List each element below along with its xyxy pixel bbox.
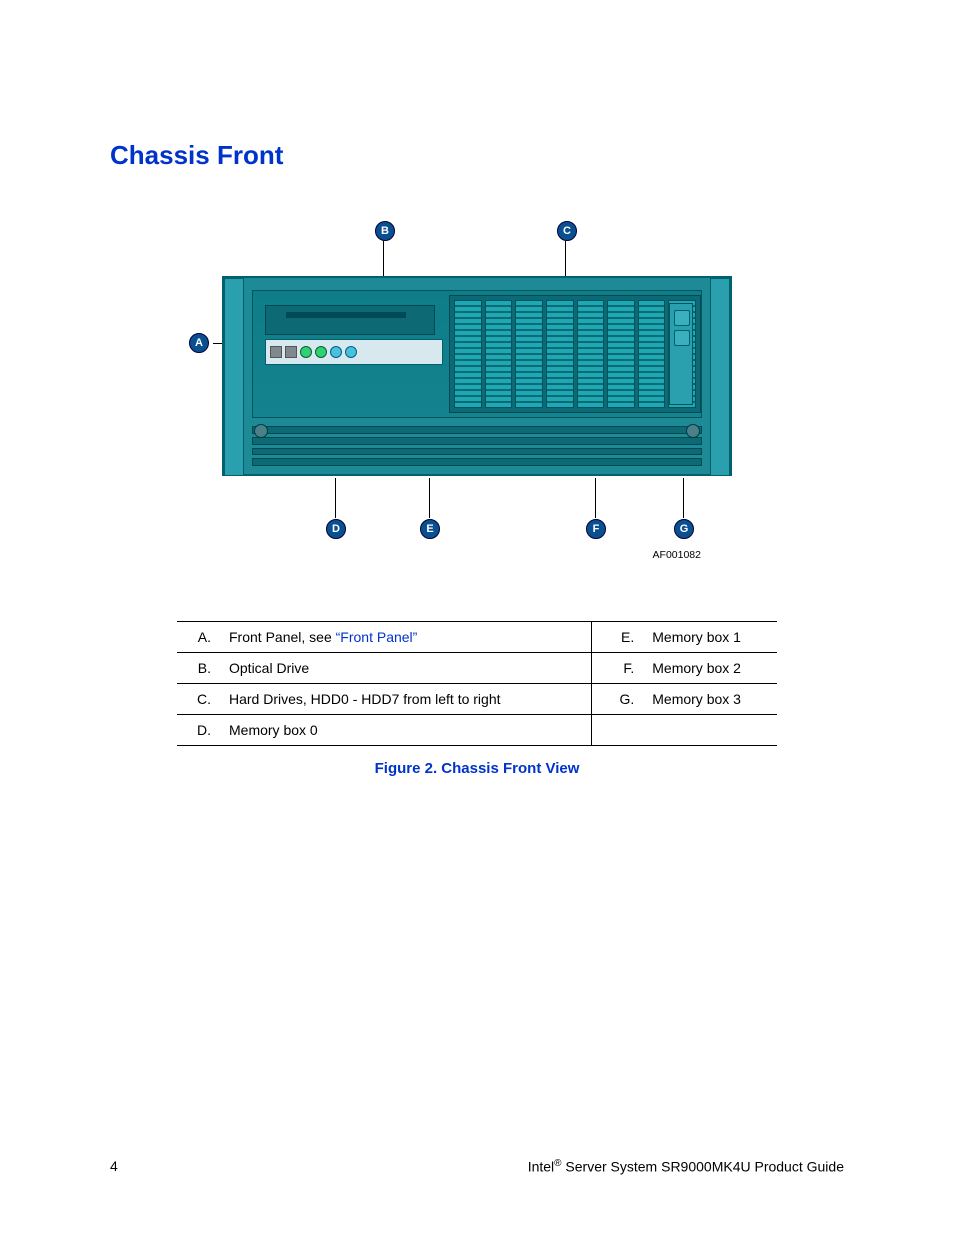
callout-c: C — [557, 221, 577, 241]
front-panel-link[interactable]: “Front Panel” — [336, 629, 418, 645]
panel-button — [285, 346, 297, 358]
front-panel — [265, 339, 443, 365]
hdd-slot — [454, 300, 482, 408]
callout-letter-g: G — [674, 519, 694, 539]
legend-letter: E. — [592, 622, 647, 653]
memory-boxes — [252, 426, 702, 466]
panel-led — [345, 346, 357, 358]
legend-text: Memory box 1 — [646, 622, 777, 653]
panel-button — [270, 346, 282, 358]
callout-letter-d: D — [326, 519, 346, 539]
hdd-slot — [607, 300, 635, 408]
legend-text: Hard Drives, HDD0 - HDD7 from left to ri… — [223, 684, 592, 715]
chassis-body — [222, 276, 732, 476]
figure-id: AF001082 — [653, 549, 701, 561]
chassis-ear-left — [224, 278, 244, 476]
footer-product: Intel® Server System SR9000MK4U Product … — [528, 1158, 844, 1175]
panel-led — [300, 346, 312, 358]
callout-line — [429, 478, 430, 518]
legend-letter: D. — [177, 715, 223, 746]
thumbscrew-icon — [686, 424, 700, 438]
legend-letter: G. — [592, 684, 647, 715]
legend-text: Memory box 3 — [646, 684, 777, 715]
footer-product-name: Server System SR9000MK4U Product Guide — [562, 1159, 844, 1175]
panel-led — [330, 346, 342, 358]
memory-box-2 — [252, 448, 702, 456]
legend-letter: F. — [592, 653, 647, 684]
callout-e: E — [420, 519, 440, 539]
thumbscrew-icon — [254, 424, 268, 438]
footer-brand: Intel — [528, 1159, 554, 1175]
callout-g: G — [674, 519, 694, 539]
memory-box-0 — [252, 426, 702, 434]
legend-text — [646, 715, 777, 746]
panel-led — [315, 346, 327, 358]
chassis-figure: B C A — [197, 221, 757, 561]
legend-letter: A. — [177, 622, 223, 653]
callout-line — [335, 478, 336, 518]
callout-d: D — [326, 519, 346, 539]
legend-text: Memory box 0 — [223, 715, 592, 746]
registered-icon: ® — [554, 1158, 561, 1169]
hdd-slot — [515, 300, 543, 408]
hdd-slot — [546, 300, 574, 408]
table-row: B. Optical Drive F. Memory box 2 — [177, 653, 777, 684]
hdd-slot — [485, 300, 513, 408]
callout-letter-a: A — [189, 333, 209, 353]
memory-box-3 — [252, 458, 702, 466]
section-heading: Chassis Front — [110, 140, 844, 171]
legend-letter — [592, 715, 647, 746]
hdd-slot — [638, 300, 666, 408]
figure-caption: Figure 2. Chassis Front View — [110, 760, 844, 777]
memory-box-1 — [252, 437, 702, 445]
callout-letter-f: F — [586, 519, 606, 539]
legend-letter: B. — [177, 653, 223, 684]
page-number: 4 — [110, 1158, 118, 1175]
callout-letter-c: C — [557, 221, 577, 241]
optical-drive — [265, 305, 435, 335]
upper-module — [252, 290, 702, 418]
table-row: A. Front Panel, see “Front Panel” E. Mem… — [177, 622, 777, 653]
callout-f: F — [586, 519, 606, 539]
legend-text: Front Panel, see “Front Panel” — [223, 622, 592, 653]
page-footer: 4 Intel® Server System SR9000MK4U Produc… — [110, 1158, 844, 1175]
hdd-cage — [449, 295, 701, 413]
callout-letter-e: E — [420, 519, 440, 539]
legend-letter: C. — [177, 684, 223, 715]
legend-table: A. Front Panel, see “Front Panel” E. Mem… — [177, 621, 777, 746]
chassis-ear-right — [710, 278, 730, 476]
legend-text-part: Front Panel, see — [229, 629, 336, 645]
table-row: D. Memory box 0 — [177, 715, 777, 746]
callout-letter-b: B — [375, 221, 395, 241]
legend-text: Memory box 2 — [646, 653, 777, 684]
legend-text: Optical Drive — [223, 653, 592, 684]
hdd-slot — [577, 300, 605, 408]
callout-line — [595, 478, 596, 518]
callout-line — [683, 478, 684, 518]
indicator-panel — [669, 303, 693, 405]
callout-b: B — [375, 221, 395, 241]
table-row: C. Hard Drives, HDD0 - HDD7 from left to… — [177, 684, 777, 715]
